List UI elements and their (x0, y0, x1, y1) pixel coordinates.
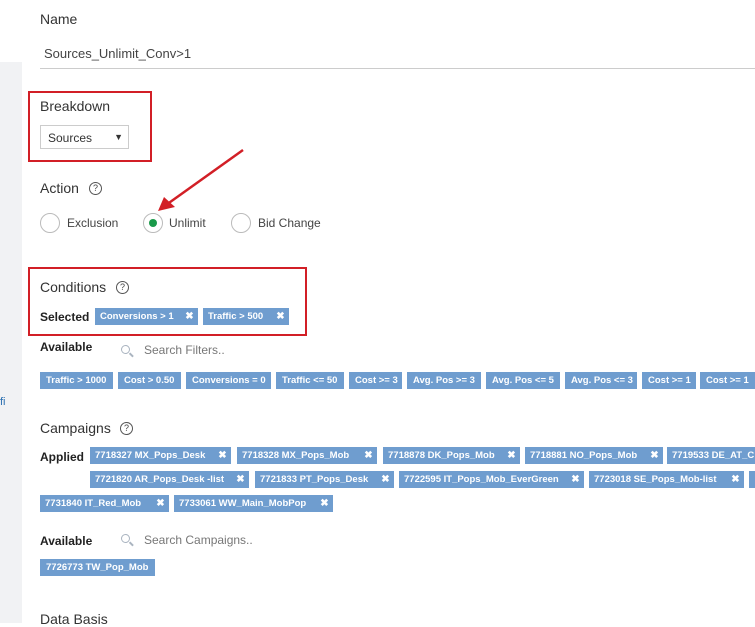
available-filter-chip[interactable]: Avg. Pos >= 3 (407, 372, 481, 389)
name-input[interactable]: Sources_Unlimit_Conv>1 (44, 46, 191, 61)
remove-icon[interactable]: ✖ (567, 471, 584, 488)
remove-icon[interactable]: ✖ (646, 447, 663, 464)
name-underline (40, 68, 755, 69)
radio-exclusion-label: Exclusion (67, 216, 119, 230)
chip-label: 7733061 WW_Main_MobPop (179, 498, 307, 509)
highlight-conditions (28, 267, 307, 336)
remove-icon[interactable]: ✖ (152, 495, 169, 512)
applied-campaign-chip[interactable]: 7718881 NO_Pops_Mob ✖ (525, 447, 663, 464)
chip-label: 7718881 NO_Pops_Mob (530, 450, 638, 461)
applied-campaign-chip[interactable]: 7718328 MX_Pops_Mob ✖ (237, 447, 377, 464)
available-campaign-chip[interactable]: 7726773 TW_Pop_Mob (40, 559, 155, 576)
remove-icon[interactable]: ✖ (727, 471, 744, 488)
search-icon (121, 345, 130, 354)
available-campaigns-label: Available (40, 534, 93, 548)
chip-label: 7731840 IT_Red_Mob (45, 498, 142, 509)
radio-bid-change-label: Bid Change (258, 216, 321, 230)
available-filter-chip[interactable]: Cost > 0.50 (118, 372, 181, 389)
available-filter-chip[interactable]: Cost >= 1 (700, 372, 755, 389)
chip-label: 7722595 IT_Pops_Mob_EverGreen (404, 474, 559, 485)
applied-campaign-chip[interactable]: 7731840 IT_Red_Mob ✖ (40, 495, 169, 512)
highlight-breakdown (28, 91, 152, 162)
chip-label: 7718878 DK_Pops_Mob (388, 450, 495, 461)
radio-unlimit[interactable] (143, 213, 163, 233)
remove-icon[interactable]: ✖ (214, 447, 231, 464)
remove-icon[interactable]: ✖ (360, 447, 377, 464)
left-sidebar (0, 0, 22, 623)
data-basis-label: Data Basis (40, 611, 108, 627)
help-icon[interactable]: ? (89, 182, 102, 195)
radio-bid-change[interactable] (231, 213, 251, 233)
remove-icon[interactable]: ✖ (316, 495, 333, 512)
available-filter-chip[interactable]: Avg. Pos <= 5 (486, 372, 560, 389)
available-filter-chip[interactable]: Conversions = 0 (186, 372, 271, 389)
sidebar-fragment: fi (0, 396, 6, 408)
available-filter-chip[interactable]: Traffic <= 50 (276, 372, 344, 389)
chip-label: 7721820 AR_Pops_Desk -list (95, 474, 225, 485)
applied-campaign-chip[interactable]: 7719533 DE_AT_C (667, 447, 755, 464)
applied-campaign-chip-clipped[interactable] (749, 471, 755, 488)
remove-icon[interactable]: ✖ (377, 471, 394, 488)
available-filters-label: Available (40, 340, 93, 354)
chip-label: 7723018 SE_Pops_Mob-list (594, 474, 717, 485)
applied-campaign-chip[interactable]: 7718327 MX_Pops_Desk ✖ (90, 447, 231, 464)
applied-label: Applied (40, 450, 84, 464)
applied-campaign-chip[interactable]: 7721833 PT_Pops_Desk ✖ (255, 471, 394, 488)
applied-campaign-chip[interactable]: 7721820 AR_Pops_Desk -list ✖ (90, 471, 249, 488)
available-filter-chip[interactable]: Cost >= 3 (349, 372, 402, 389)
annotation-arrow-icon (158, 148, 244, 211)
search-campaigns-input[interactable] (144, 533, 344, 547)
left-sidebar-top (0, 0, 22, 62)
campaigns-label: Campaigns (40, 420, 111, 436)
applied-campaign-chip[interactable]: 7718878 DK_Pops_Mob ✖ (383, 447, 520, 464)
available-filter-chip[interactable]: Traffic > 1000 (40, 372, 113, 389)
radio-exclusion[interactable] (40, 213, 60, 233)
search-icon (121, 534, 130, 543)
name-label: Name (40, 11, 78, 27)
help-icon[interactable]: ? (120, 422, 133, 435)
radio-selected-dot (149, 219, 157, 227)
chip-label: 7719533 DE_AT_C (672, 450, 755, 461)
chip-label: 7718327 MX_Pops_Desk (95, 450, 206, 461)
chip-label: 7721833 PT_Pops_Desk (260, 474, 369, 485)
action-label: Action (40, 180, 79, 196)
remove-icon[interactable]: ✖ (503, 447, 520, 464)
applied-campaign-chip[interactable]: 7733061 WW_Main_MobPop ✖ (174, 495, 333, 512)
applied-campaign-chip[interactable]: 7723018 SE_Pops_Mob-list ✖ (589, 471, 744, 488)
applied-campaign-chip[interactable]: 7722595 IT_Pops_Mob_EverGreen ✖ (399, 471, 584, 488)
radio-unlimit-label: Unlimit (169, 216, 206, 230)
search-filters-input[interactable] (144, 343, 344, 357)
available-filter-chip[interactable]: Cost >= 1 (642, 372, 696, 389)
available-filter-chip[interactable]: Avg. Pos <= 3 (565, 372, 637, 389)
remove-icon[interactable]: ✖ (232, 471, 249, 488)
chip-label: 7718328 MX_Pops_Mob (242, 450, 350, 461)
